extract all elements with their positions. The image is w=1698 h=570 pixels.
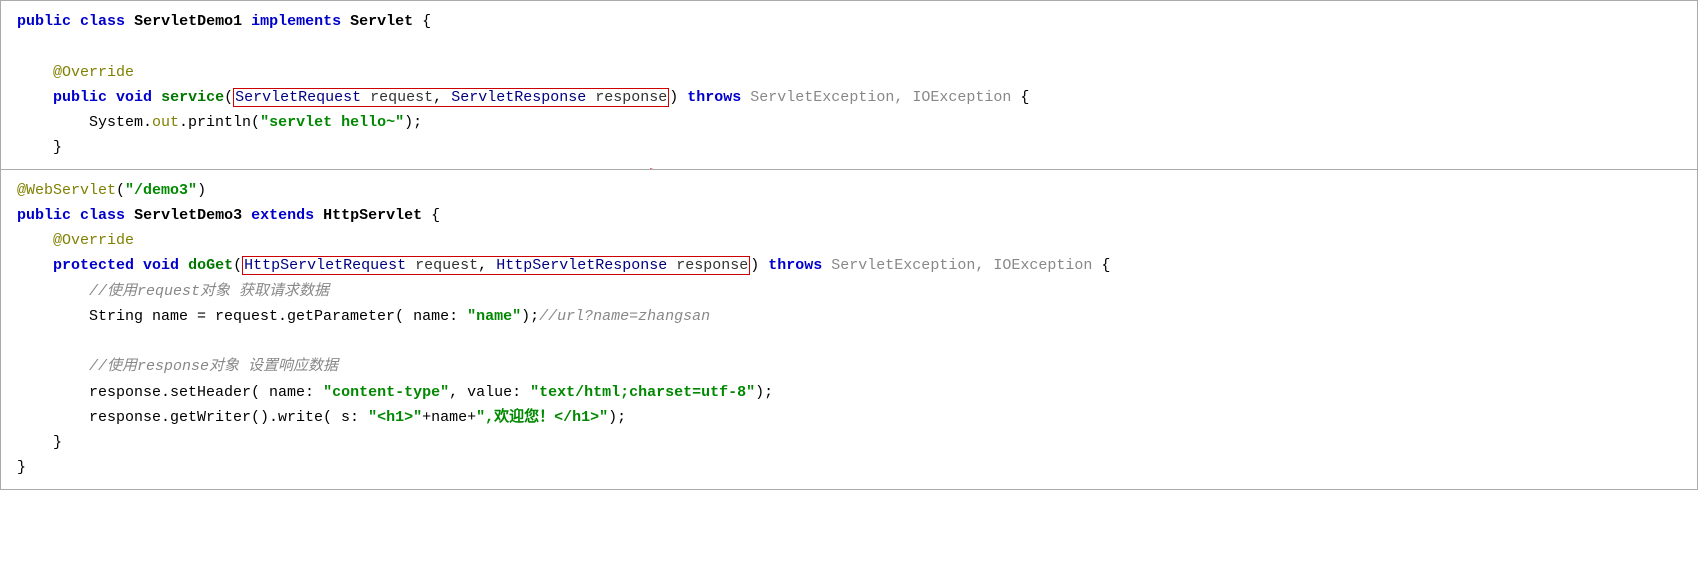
bot-line-4: protected void doGet(HttpServletRequest … bbox=[1, 253, 1697, 278]
top-line-3: @Override bbox=[1, 60, 1697, 85]
bot-line-9: response.setHeader( name: "content-type"… bbox=[1, 380, 1697, 405]
bot-line-10: response.getWriter().write( s: "<h1>"+na… bbox=[1, 405, 1697, 430]
code-container: public class ServletDemo1 implements Ser… bbox=[0, 0, 1698, 490]
bot-line-8: //使用response对象 设置响应数据 bbox=[1, 354, 1697, 379]
bot-line-2: public class ServletDemo3 extends HttpSe… bbox=[1, 203, 1697, 228]
top-line-6: } bbox=[1, 135, 1697, 160]
bottom-code-panel: @WebServlet("/demo3") public class Servl… bbox=[0, 169, 1698, 490]
top-line-1: public class ServletDemo1 implements Ser… bbox=[1, 9, 1697, 34]
top-code-panel: public class ServletDemo1 implements Ser… bbox=[0, 0, 1698, 169]
top-line-4: public void service(ServletRequest reque… bbox=[1, 85, 1697, 110]
bot-line-7 bbox=[1, 329, 1697, 354]
bot-line-6: String name = request.getParameter( name… bbox=[1, 304, 1697, 329]
top-line-2 bbox=[1, 34, 1697, 59]
top-line-5: System.out.println("servlet hello~"); bbox=[1, 110, 1697, 135]
bot-line-1: @WebServlet("/demo3") bbox=[1, 178, 1697, 203]
bot-line-5: //使用request对象 获取请求数据 bbox=[1, 279, 1697, 304]
bot-line-11: } bbox=[1, 430, 1697, 455]
bot-line-3: @Override bbox=[1, 228, 1697, 253]
bot-line-12: } bbox=[1, 455, 1697, 480]
